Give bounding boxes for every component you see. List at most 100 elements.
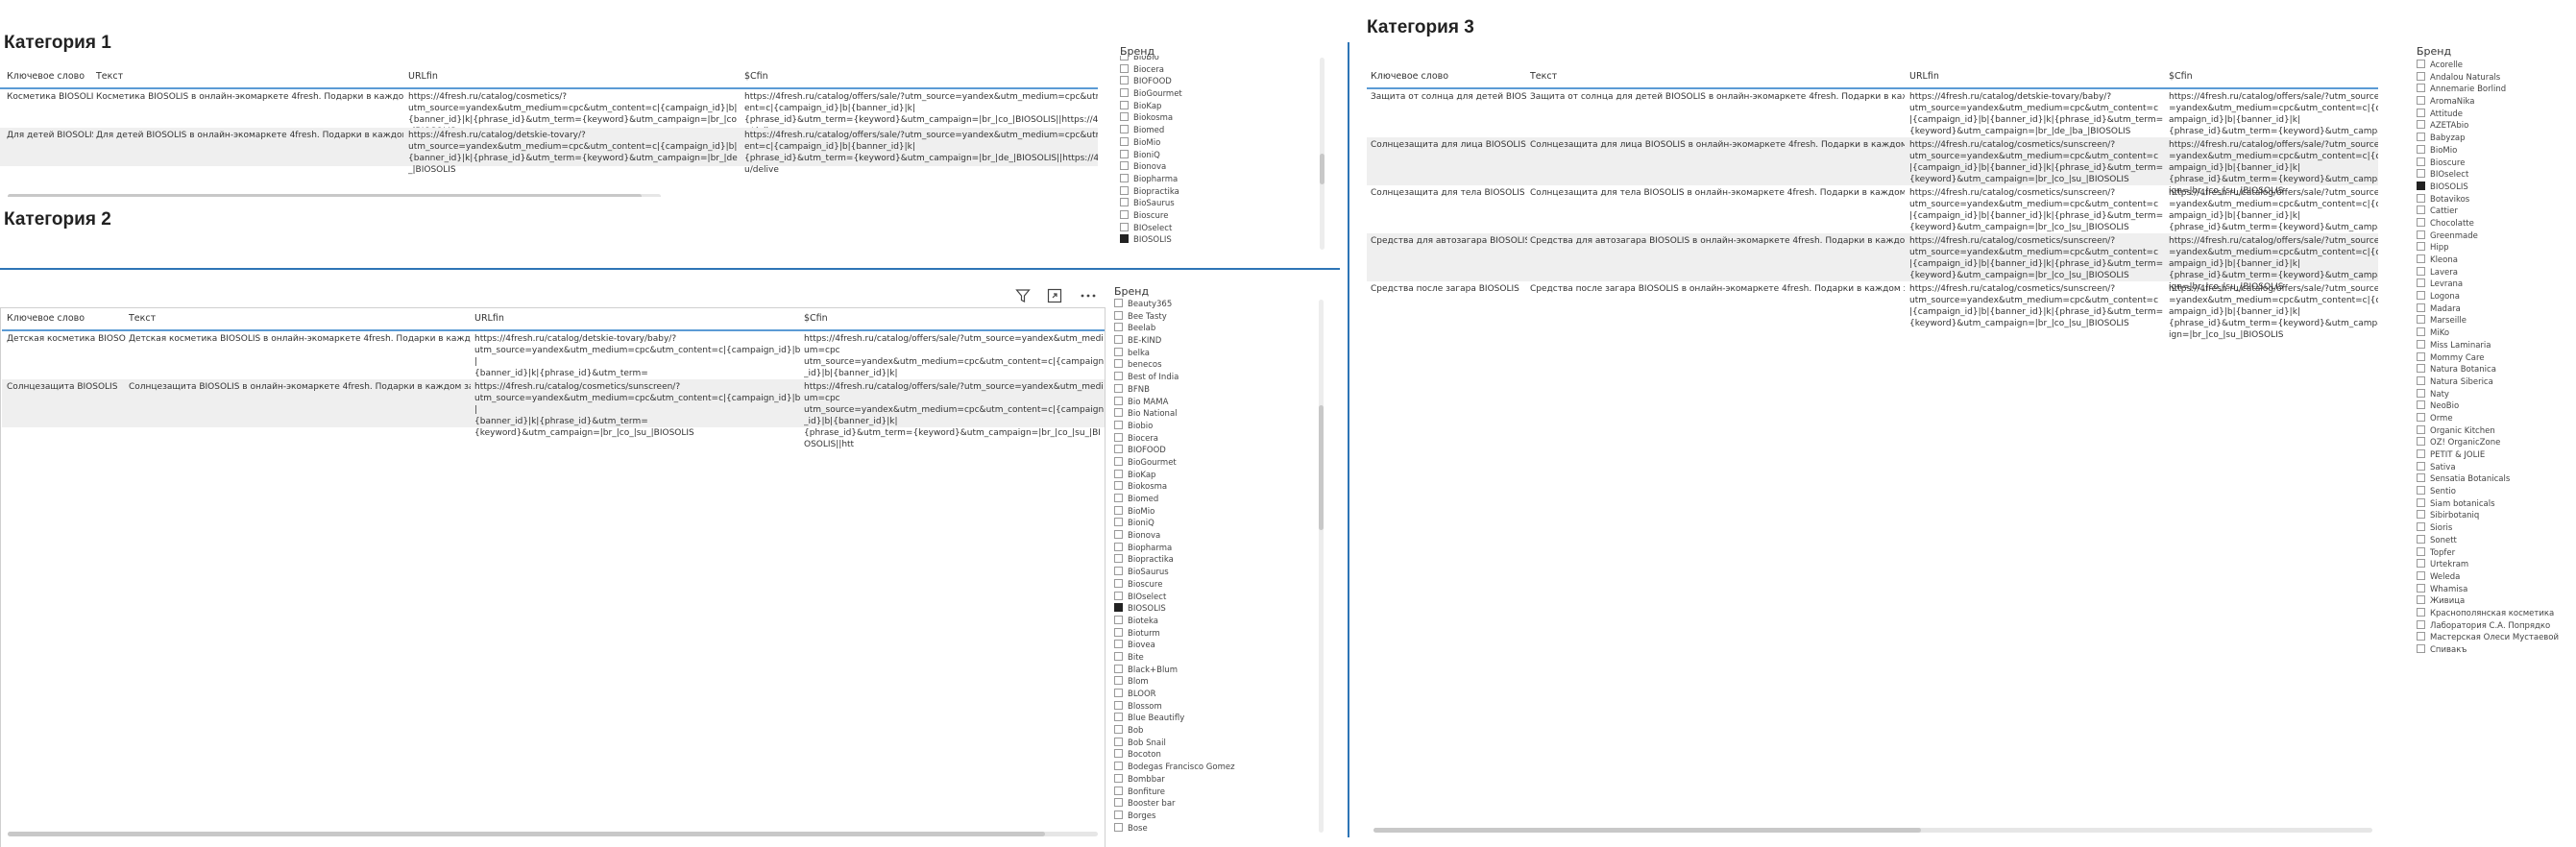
checkbox[interactable] xyxy=(2417,120,2425,130)
slicer-item[interactable]: Siam botanicals xyxy=(2417,497,2576,511)
slicer-item[interactable]: Мастерская Олеси Мустаевой xyxy=(2417,632,2576,644)
checkbox[interactable] xyxy=(1120,63,1129,73)
slicer-item[interactable]: Borges xyxy=(1114,810,1325,823)
checkbox[interactable] xyxy=(1120,185,1129,195)
slicer-item[interactable]: Sativa xyxy=(2417,461,2576,474)
slicer-item[interactable]: Bee Tasty xyxy=(1114,310,1325,324)
brand-slicer-list[interactable]: BioBio Biocera BIOFOOD BioGourmet BioKap Biok… xyxy=(1120,56,1312,254)
checkbox[interactable] xyxy=(1114,396,1123,405)
checkbox[interactable] xyxy=(2417,206,2425,215)
slicer-item[interactable]: BIOselect xyxy=(1120,222,1312,235)
slicer-item[interactable]: BioBio xyxy=(1120,56,1312,64)
slicer-item[interactable]: Beauty365 xyxy=(1114,299,1325,311)
slicer-item[interactable]: Organic Kitchen xyxy=(2417,424,2576,438)
checkbox[interactable] xyxy=(2417,437,2425,447)
column-header-keyword[interactable]: Ключевое слово xyxy=(7,71,85,82)
checkbox[interactable] xyxy=(2417,607,2425,617)
checkbox[interactable] xyxy=(1114,822,1123,832)
slicer-item[interactable]: Biopharma xyxy=(1120,173,1312,186)
checkbox[interactable] xyxy=(1114,456,1123,466)
slicer-item[interactable]: PETIT & JOLIE xyxy=(2417,449,2576,462)
checkbox[interactable] xyxy=(2417,230,2425,239)
checkbox[interactable] xyxy=(1120,234,1129,244)
slicer-item[interactable]: Natura Botanica xyxy=(2417,364,2576,376)
checkbox[interactable] xyxy=(1114,494,1123,502)
checkbox[interactable] xyxy=(1120,149,1129,158)
checkbox[interactable] xyxy=(1120,88,1129,98)
slicer-item[interactable]: Madara xyxy=(2417,302,2576,316)
slicer-item[interactable]: Booster bar xyxy=(1114,798,1325,811)
filter-icon[interactable] xyxy=(1015,288,1031,306)
slicer-item[interactable]: Biokosma xyxy=(1114,481,1325,494)
slicer-item[interactable]: Biobio xyxy=(1114,420,1325,433)
checkbox[interactable] xyxy=(1114,640,1123,649)
slicer-item[interactable]: BioMio xyxy=(1114,505,1325,519)
checkbox[interactable] xyxy=(2417,619,2425,629)
slicer-item[interactable]: Biomed xyxy=(1120,125,1312,137)
checkbox[interactable] xyxy=(1114,786,1123,795)
checkbox[interactable] xyxy=(1120,56,1129,60)
checkbox[interactable] xyxy=(2417,375,2425,385)
slicer-item[interactable]: Bio National xyxy=(1114,408,1325,421)
slicer-item[interactable]: Naty xyxy=(2417,388,2576,401)
checkbox[interactable] xyxy=(1114,798,1123,808)
slicer-item[interactable]: Bioscure xyxy=(1114,578,1325,592)
slicer-item[interactable]: Kleona xyxy=(2417,254,2576,267)
checkbox[interactable] xyxy=(1120,112,1129,122)
slicer-item[interactable]: BioGourmet xyxy=(1120,88,1312,101)
slicer-item[interactable]: Weleda xyxy=(2417,570,2576,584)
checkbox[interactable] xyxy=(2417,559,2425,569)
checkbox[interactable] xyxy=(2417,193,2425,203)
slicer-scrollbar[interactable] xyxy=(1319,300,1324,833)
checkbox[interactable] xyxy=(1114,713,1123,722)
slicer-item[interactable]: BIOselect xyxy=(2417,169,2576,182)
slicer-item[interactable]: Natura Siberica xyxy=(2417,375,2576,389)
checkbox[interactable] xyxy=(2417,473,2425,483)
table-row[interactable]: Защита от солнца для детей BIOSOLIS Защи… xyxy=(1367,89,2378,148)
slicer-item[interactable]: BioKap xyxy=(1120,100,1312,113)
slicer-item[interactable]: NeoBio xyxy=(2417,400,2576,413)
checkbox[interactable] xyxy=(1114,542,1123,551)
checkbox[interactable] xyxy=(2417,242,2425,252)
checkbox[interactable] xyxy=(2417,254,2425,263)
slicer-item[interactable]: AromaNika xyxy=(2417,96,2576,109)
checkbox[interactable] xyxy=(2417,157,2425,166)
checkbox[interactable] xyxy=(1114,749,1123,759)
column-header-urlfin[interactable]: URLfin xyxy=(408,71,438,82)
focus-mode-icon[interactable] xyxy=(1047,288,1062,306)
scrollbar-thumb[interactable] xyxy=(8,194,642,197)
slicer-item[interactable]: OZ! OrganicZone xyxy=(2417,437,2576,449)
scrollbar-thumb[interactable] xyxy=(1320,154,1324,184)
checkbox[interactable] xyxy=(2417,424,2425,434)
column-header-cfin[interactable]: $Cfin xyxy=(2169,71,2193,82)
slicer-item[interactable]: Best of India xyxy=(1114,372,1325,384)
checkbox[interactable] xyxy=(2417,84,2425,93)
column-header-text[interactable]: Текст xyxy=(96,71,123,82)
checkbox[interactable] xyxy=(1114,773,1123,783)
slicer-item[interactable]: Annemarie Borlind xyxy=(2417,84,2576,96)
slicer-item[interactable]: Bioturm xyxy=(1114,627,1325,641)
slicer-item[interactable]: Levrana xyxy=(2417,278,2576,291)
checkbox[interactable] xyxy=(1114,310,1123,320)
category-3-table[interactable]: Ключевое слово Текст URLfin $Cfin Защита… xyxy=(1367,67,2378,826)
slicer-item[interactable]: Bombbar xyxy=(1114,773,1325,786)
checkbox[interactable] xyxy=(1114,481,1123,491)
slicer-item[interactable]: Bose xyxy=(1114,822,1325,835)
slicer-item[interactable]: Hipp xyxy=(2417,242,2576,254)
slicer-item[interactable]: Живица xyxy=(2417,595,2576,608)
slicer-item[interactable]: Bocoton xyxy=(1114,749,1325,762)
slicer-item[interactable]: Blue Beautifly xyxy=(1114,713,1325,725)
checkbox[interactable] xyxy=(2417,510,2425,520)
slicer-item[interactable]: Bionova xyxy=(1114,530,1325,543)
checkbox[interactable] xyxy=(1114,578,1123,588)
table-row[interactable]: Средства для автозагара BIOSOLIS Средств… xyxy=(1367,233,2378,292)
brand-slicer-list[interactable]: Acorelle Andalou Naturals Annemarie Borlin… xyxy=(2417,60,2576,674)
slicer-item[interactable]: Chocolatte xyxy=(2417,217,2576,230)
checkbox[interactable] xyxy=(2417,632,2425,641)
checkbox[interactable] xyxy=(1114,383,1123,393)
slicer-item[interactable]: Biomed xyxy=(1114,494,1325,506)
slicer-item[interactable]: Bob xyxy=(1114,725,1325,738)
slicer-item[interactable]: AZETAbio xyxy=(2417,120,2576,133)
slicer-item[interactable]: Black+Blum xyxy=(1114,664,1325,677)
slicer-item[interactable]: BIOSOLIS xyxy=(1120,234,1312,247)
